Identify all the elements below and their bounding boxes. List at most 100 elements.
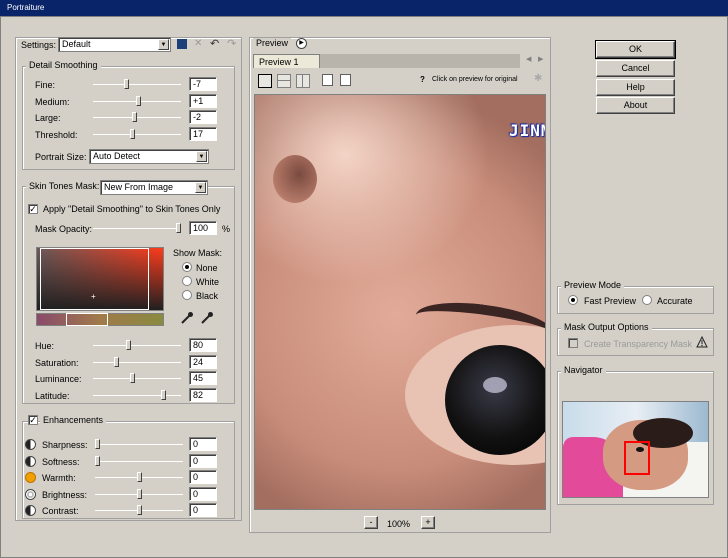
preview-menu-icon[interactable]: ▶ [296, 38, 307, 49]
detail-smoothing-field-0[interactable]: -7 [189, 77, 217, 91]
enhancement-label-4: Contrast: [42, 506, 79, 516]
skin-tone-label-2: Luminance: [35, 374, 82, 384]
detail-smoothing-title: Detail Smoothing [26, 60, 101, 70]
skin-tone-field-2[interactable]: 45 [189, 371, 217, 385]
ok-button[interactable]: OK [595, 40, 676, 59]
enhancement-slider-track-0[interactable] [95, 444, 183, 445]
enhancements-title: Enhancements [40, 415, 107, 425]
tab-next-icon[interactable]: ▶ [538, 55, 543, 63]
detail-smoothing-label-1: Medium: [35, 97, 70, 107]
contrast-icon [25, 505, 36, 516]
enhancement-slider-thumb-3[interactable] [137, 489, 142, 499]
show-mask-white-radio[interactable] [182, 276, 192, 286]
export-preview-icon[interactable] [322, 74, 333, 86]
detail-smoothing-slider-thumb-1[interactable] [136, 96, 141, 106]
mask-opacity-slider-thumb[interactable] [176, 223, 181, 233]
skin-tone-slider-track-2[interactable] [93, 378, 181, 379]
skin-tone-field-3[interactable]: 82 [189, 388, 217, 402]
portrait-size-dropdown[interactable]: Auto Detect ▼ [89, 149, 209, 164]
detail-smoothing-field-1[interactable]: +1 [189, 94, 217, 108]
save-icon[interactable] [177, 39, 187, 49]
mask-output-title: Mask Output Options [561, 322, 652, 332]
eye-iris [445, 345, 545, 455]
enhancements-checkbox[interactable]: ✓ [28, 415, 38, 425]
delete-icon[interactable]: ✕ [194, 38, 202, 49]
skin-tone-label-0: Hue: [35, 341, 55, 351]
fast-preview-radio[interactable] [568, 295, 578, 305]
enhancement-field-3[interactable]: 0 [189, 487, 217, 501]
copy-preview-icon[interactable] [340, 74, 351, 86]
eyedropper-subtract-icon[interactable] [200, 311, 214, 325]
hue-range-selection[interactable] [66, 313, 108, 326]
skin-tone-field-0[interactable]: 80 [189, 338, 217, 352]
enhancement-field-1[interactable]: 0 [189, 454, 217, 468]
fast-preview-label: Fast Preview [584, 296, 637, 306]
help-button[interactable]: Help [596, 79, 675, 96]
settings-dropdown[interactable]: Default ▼ [58, 37, 171, 52]
mask-opacity-track[interactable] [93, 228, 181, 229]
portrait-size-value: Auto Detect [93, 151, 141, 161]
skin-tone-slider-thumb-2[interactable] [130, 373, 135, 383]
warning-icon [696, 336, 708, 348]
detail-smoothing-slider-track-3[interactable] [93, 134, 181, 135]
enhancement-label-2: Warmth: [42, 473, 76, 483]
zoom-in-button[interactable]: + [421, 516, 435, 529]
create-transparency-mask-checkbox[interactable] [568, 338, 578, 348]
accurate-radio[interactable] [642, 295, 652, 305]
detail-smoothing-slider-thumb-3[interactable] [130, 129, 135, 139]
preview-image[interactable]: JINMODA.TISTORY.COM [254, 94, 546, 510]
enhancement-field-0[interactable]: 0 [189, 437, 217, 451]
split-vertical-icon[interactable] [296, 74, 310, 88]
mask-opacity-field[interactable]: 100 [189, 221, 217, 235]
tab-prev-icon[interactable]: ◀ [526, 55, 531, 63]
detail-smoothing-slider-track-2[interactable] [93, 117, 181, 118]
navigator-view-box[interactable] [624, 441, 650, 475]
detail-smoothing-slider-thumb-2[interactable] [132, 112, 137, 122]
detail-smoothing-slider-thumb-0[interactable] [124, 79, 129, 89]
enhancement-label-1: Softness: [42, 457, 80, 467]
detail-smoothing-field-2[interactable]: -2 [189, 110, 217, 124]
skin-tones-mask-dropdown[interactable]: New From Image ▼ [100, 180, 208, 195]
skin-tone-field-1[interactable]: 24 [189, 355, 217, 369]
chevron-down-icon: ▼ [196, 151, 207, 162]
skin-tone-slider-thumb-0[interactable] [126, 340, 131, 350]
mask-opacity-unit: % [222, 224, 231, 234]
softness-icon [25, 456, 36, 467]
window-title: Portraiture [7, 3, 45, 12]
skin-tone-slider-thumb-3[interactable] [161, 390, 166, 400]
show-mask-black-label: Black [196, 291, 219, 301]
enhancement-field-2[interactable]: 0 [189, 470, 217, 484]
detail-smoothing-field-3[interactable]: 17 [189, 127, 217, 141]
zoom-out-button[interactable]: - [364, 516, 378, 529]
enhancement-slider-thumb-4[interactable] [137, 505, 142, 515]
detail-smoothing-slider-track-0[interactable] [93, 84, 181, 85]
enhancement-slider-track-1[interactable] [95, 461, 183, 462]
split-horizontal-icon[interactable] [277, 74, 291, 88]
skin-tone-slider-track-1[interactable] [93, 362, 181, 363]
tab-preview-1[interactable]: Preview 1 [253, 54, 320, 68]
window-titlebar: Portraiture [0, 0, 728, 16]
redo-icon[interactable]: ↷ [227, 37, 236, 50]
enhancement-slider-thumb-1[interactable] [95, 456, 100, 466]
eyedropper-add-icon[interactable] [180, 311, 194, 325]
show-mask-none-radio[interactable] [182, 262, 192, 272]
about-button[interactable]: About [596, 97, 675, 114]
skin-tone-slider-track-3[interactable] [93, 395, 181, 396]
enhancement-field-4[interactable]: 0 [189, 503, 217, 517]
single-view-icon[interactable] [258, 74, 272, 88]
enhancement-slider-thumb-0[interactable] [95, 439, 100, 449]
detail-smoothing-label-0: Fine: [35, 80, 56, 90]
apply-skin-tones-label: Apply "Detail Smoothing" to Skin Tones O… [43, 204, 221, 214]
cancel-button[interactable]: Cancel [596, 60, 675, 77]
skin-tone-slider-track-0[interactable] [93, 345, 181, 346]
mask-opacity-label: Mask Opacity: [35, 224, 93, 234]
detail-smoothing-label-3: Threshold: [35, 130, 78, 140]
enhancement-slider-thumb-2[interactable] [137, 472, 142, 482]
chevron-down-icon: ▼ [195, 182, 206, 193]
apply-skin-tones-checkbox[interactable]: ✓ [28, 204, 38, 214]
show-mask-black-radio[interactable] [182, 290, 192, 300]
tab-strip [320, 54, 520, 68]
undo-icon[interactable]: ↶ [210, 37, 219, 50]
skin-tone-slider-thumb-1[interactable] [114, 357, 119, 367]
brightness-icon [25, 489, 36, 500]
